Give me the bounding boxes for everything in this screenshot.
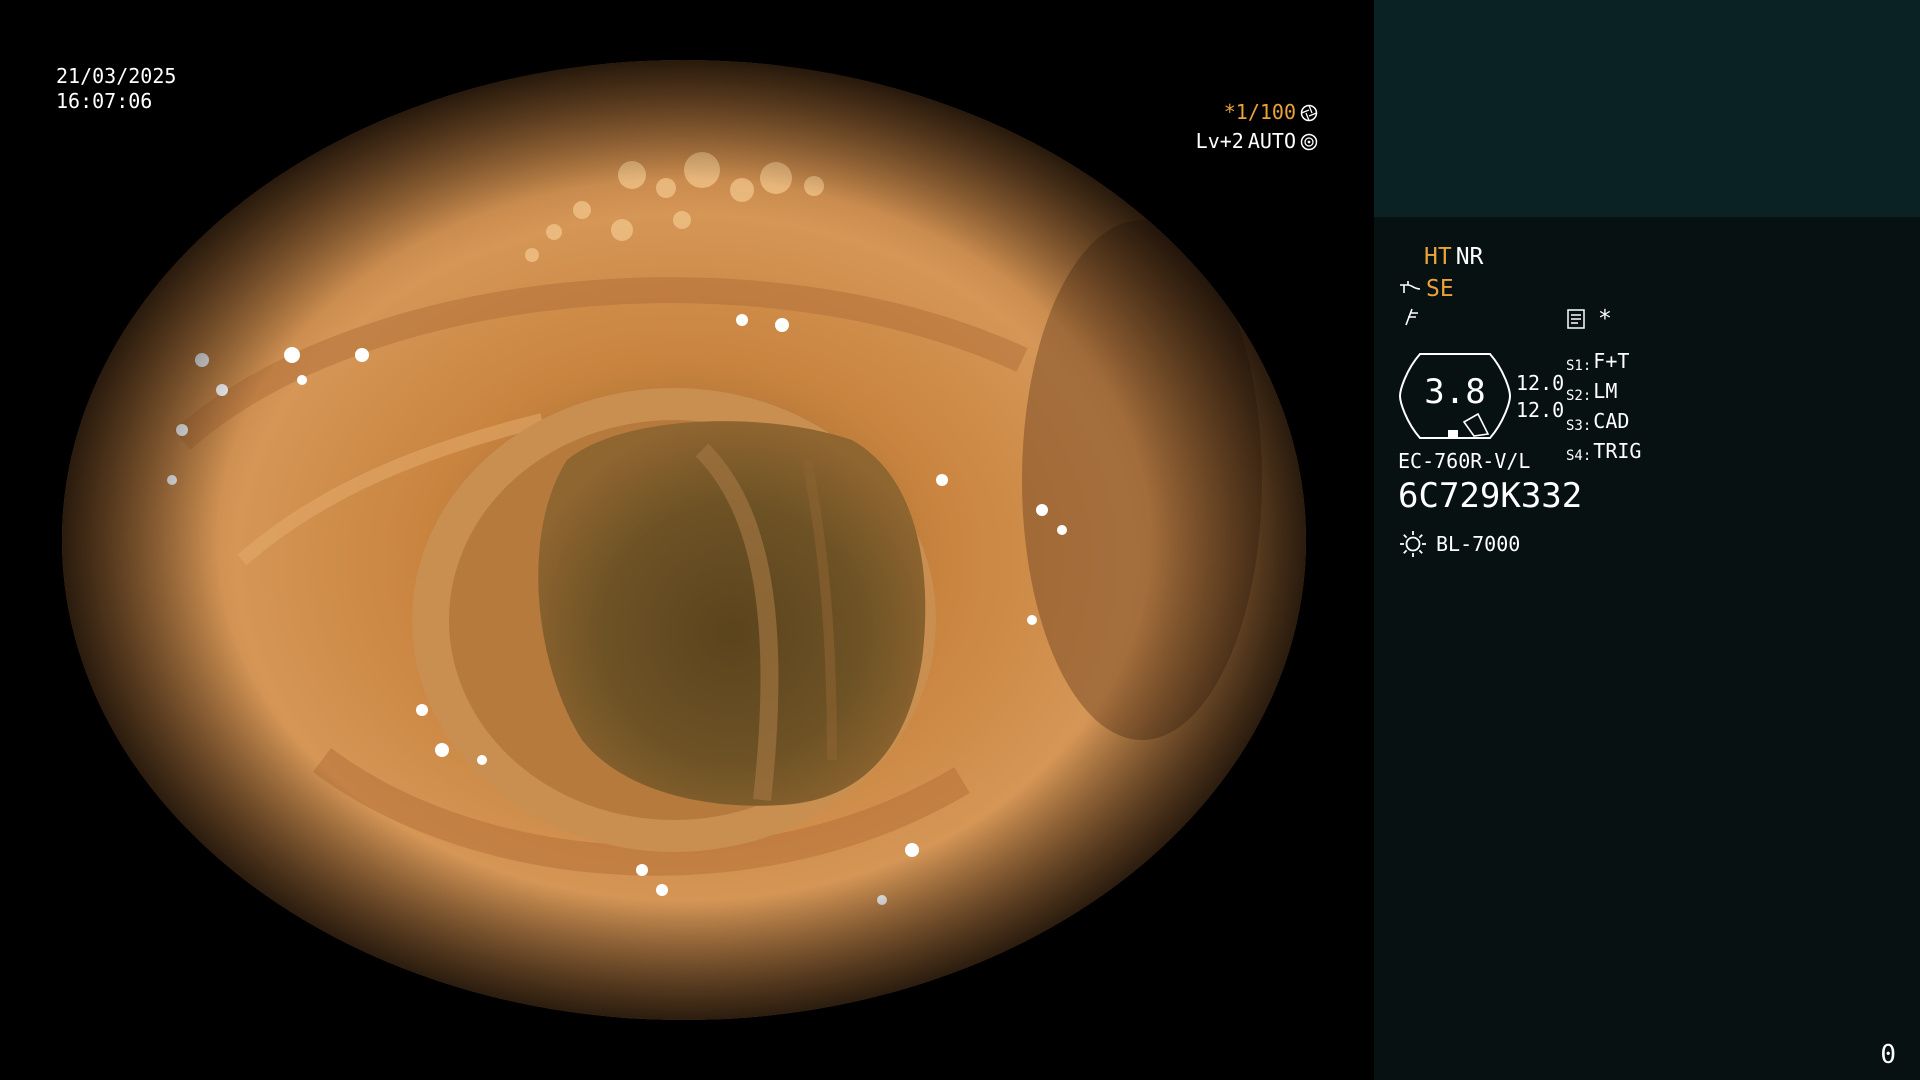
star-label: *: [1598, 306, 1612, 332]
se-line: SE: [1398, 275, 1454, 303]
light-source: BL-7000: [1398, 528, 1520, 560]
preset-s3: S3: CAD: [1566, 409, 1641, 439]
endoscope-image: [62, 60, 1306, 1020]
gauge-side-top: 12.0: [1516, 371, 1565, 395]
exposure-info: *1/100 Lv+2 AUTO: [1196, 98, 1318, 156]
preset-value: F+T: [1593, 349, 1630, 373]
preset-key: S1:: [1566, 358, 1592, 374]
preset-s4: S4: TRIG: [1566, 439, 1641, 469]
preset-key: S4:: [1566, 448, 1592, 464]
shutter-speed: *1/100: [1223, 100, 1296, 124]
date-time-display: 21/03/2025 16:07:06: [56, 64, 176, 114]
scope-model: EC-760R-V/L: [1398, 449, 1531, 473]
preset-value: LM: [1593, 379, 1618, 403]
gauge-side-values: 12.0 12.0: [1516, 370, 1564, 424]
image-counter: 0: [1880, 1040, 1896, 1070]
switch-presets: S1: F+T S2: LM S3: CAD S4: TRIG: [1566, 349, 1641, 469]
auto-iris-icon: [1300, 133, 1318, 151]
aperture-icon: [1300, 104, 1318, 122]
nr-label: NR: [1455, 244, 1484, 270]
light-level: Lv+2: [1195, 129, 1244, 153]
preset-key: S3:: [1566, 418, 1592, 434]
se-label: SE: [1426, 276, 1454, 302]
gauge-side-bottom: 12.0: [1516, 398, 1565, 422]
preset-s1: S1: F+T: [1566, 349, 1641, 379]
endoscopy-screen: 21/03/2025 16:07:06 *1/100 Lv+2 AUTO HT: [0, 0, 1920, 1080]
freeze-icon: [1398, 305, 1422, 329]
shutter-row: *1/100: [1196, 98, 1318, 127]
freeze-line: [1398, 305, 1422, 329]
preset-key: S2:: [1566, 388, 1592, 404]
light-source-label: BL-7000: [1436, 532, 1521, 556]
memo-icon: [1564, 307, 1588, 331]
preset-value: CAD: [1593, 409, 1630, 433]
iris-mode: AUTO: [1247, 129, 1296, 153]
ht-label: HT: [1424, 244, 1452, 270]
info-panel: HT NR SE * 3.8 12.0 12.0 S1: F+T S2: LM …: [1374, 0, 1920, 1080]
ht-nr-line: HT NR: [1424, 243, 1483, 271]
gauge-value: 3.8: [1424, 372, 1486, 412]
iris-row: Lv+2 AUTO: [1196, 127, 1318, 156]
time-text: 16:07:06: [56, 89, 153, 113]
enhance-curve-icon: [1398, 277, 1422, 301]
date-text: 21/03/2025: [56, 64, 177, 88]
panel-header-area: [1374, 0, 1920, 217]
serial-number: 6C729K332: [1398, 476, 1583, 516]
preset-s2: S2: LM: [1566, 379, 1641, 409]
preset-value: TRIG: [1593, 439, 1642, 463]
sun-icon: [1398, 529, 1428, 559]
endoscope-view: 21/03/2025 16:07:06 *1/100 Lv+2 AUTO: [0, 0, 1372, 1080]
memo-line: *: [1564, 305, 1612, 333]
gauge-display: 3.8: [1398, 350, 1512, 442]
